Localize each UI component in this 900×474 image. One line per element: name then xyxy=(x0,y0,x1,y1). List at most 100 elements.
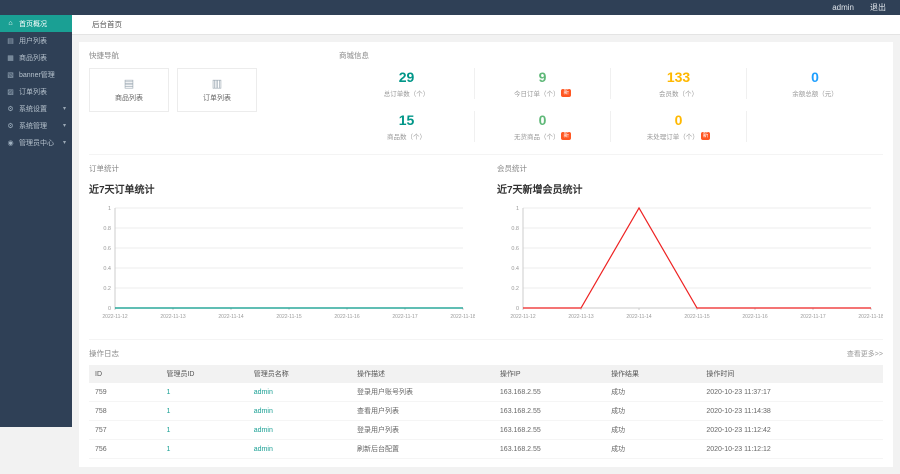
table-row: 757 1 admin 登录用户列表 163.168.2.55 成功 2020-10-23 … xyxy=(89,420,883,440)
members-chart-section-label: 会员统计 xyxy=(497,164,527,173)
goods-list-icon: ▦ xyxy=(7,54,14,62)
quick-nav-section: 快捷导航 ▤ 商品列表 ▥ 订单列表 xyxy=(89,50,339,142)
stat-label: 无货商品（个）新 xyxy=(475,131,610,141)
table-cell: admin xyxy=(247,401,351,421)
user-list-icon: ▤ xyxy=(7,37,14,45)
svg-text:2022-11-16: 2022-11-16 xyxy=(334,314,359,320)
svg-text:0.4: 0.4 xyxy=(103,266,111,272)
table-cell: 查看用户列表 xyxy=(351,401,494,421)
stat-value: 0 xyxy=(811,69,819,85)
stat-today-orders: 9 今日订单（个）新 xyxy=(475,68,611,99)
table-row: 758 1 admin 查看用户列表 163.168.2.55 成功 2020-10-23 … xyxy=(89,401,883,421)
svg-text:0: 0 xyxy=(516,306,519,312)
quick-nav-label: 商品列表 xyxy=(115,95,143,102)
sidebar-item-system-management[interactable]: ⚙ 系统管理 ▾ xyxy=(0,117,72,134)
table-cell: 756 xyxy=(89,439,161,459)
system-icon: ⚙ xyxy=(7,122,14,130)
logs-header: 操作日志 查看更多>> xyxy=(89,348,883,359)
quick-nav-goods-button[interactable]: ▤ 商品列表 xyxy=(89,68,169,112)
chevron-down-icon: ▾ xyxy=(62,123,66,129)
topbar-username[interactable]: admin xyxy=(832,3,854,12)
stat-value: 9 xyxy=(538,69,547,85)
svg-text:2022-11-13: 2022-11-13 xyxy=(160,314,185,320)
sidebar-item-label: 用户列表 xyxy=(19,37,47,45)
quick-nav-title: 快捷导航 xyxy=(89,51,119,60)
stat-label-text: 无货商品（个） xyxy=(513,134,560,141)
svg-text:0.6: 0.6 xyxy=(103,246,111,252)
logs-table: ID 管理员ID 管理员名称 操作描述 操作IP 操作结果 操作时间 759 1 admin 登录… xyxy=(89,365,883,459)
sidebar-item-home[interactable]: ⌂ 首页概况 xyxy=(0,15,72,32)
logs-column-header: 操作结果 xyxy=(605,365,701,383)
svg-text:0: 0 xyxy=(108,306,111,312)
svg-text:0.8: 0.8 xyxy=(511,226,519,232)
status-badge: 新 xyxy=(561,132,571,140)
quick-nav-items: ▤ 商品列表 ▥ 订单列表 xyxy=(89,68,339,112)
logs-column-header: ID xyxy=(89,365,161,383)
table-cell: admin xyxy=(247,439,351,459)
sidebar-item-users[interactable]: ▤ 用户列表 xyxy=(0,32,72,49)
members-line-chart: 0 0.2 0.4 0.6 0.8 1 2022-11-12 2022-11-13 2022-1… xyxy=(510,206,883,320)
logs-more-link[interactable]: 查看更多>> xyxy=(847,349,883,359)
orders-chart-title: 近7天订单统计 xyxy=(89,185,155,196)
status-badge: 新 xyxy=(700,132,711,140)
sidebar-item-label: 系统设置 xyxy=(19,105,47,113)
svg-text:2022-11-16: 2022-11-16 xyxy=(742,314,767,320)
sidebar-item-label: 订单列表 xyxy=(19,88,47,96)
table-cell: 757 xyxy=(89,420,161,440)
sidebar-item-label: 管理员中心 xyxy=(19,139,54,147)
stat-total-orders: 29 总订单数（个） xyxy=(339,68,475,99)
table-cell: 163.168.2.55 xyxy=(493,420,606,440)
table-cell: 登录用户列表 xyxy=(351,420,494,440)
sidebar-item-goods[interactable]: ▦ 商品列表 xyxy=(0,49,72,66)
svg-text:0.2: 0.2 xyxy=(103,286,111,292)
sidebar-item-label: 首页概况 xyxy=(19,20,47,28)
sidebar-item-banner[interactable]: ▧ banner管理 xyxy=(0,66,72,83)
tabbar: 后台首页 xyxy=(72,15,900,35)
orders-chart-section-label: 订单统计 xyxy=(89,164,119,173)
svg-text:1: 1 xyxy=(516,206,519,212)
table-cell: 2020-10-23 11:14:38 xyxy=(700,401,883,421)
table-cell: 163.168.2.55 xyxy=(493,439,606,459)
table-cell: 1 xyxy=(160,420,248,440)
status-badge: 新 xyxy=(561,89,571,97)
table-cell: 2020-10-23 11:12:42 xyxy=(700,420,883,440)
sidebar-item-system-settings[interactable]: ⚙ 系统设置 ▾ xyxy=(0,100,72,117)
main-area: 后台首页 快捷导航 ▤ 商品列表 ▥ 订单列表 商城信息 29 总订单数（个） 9 今日订单… xyxy=(72,15,900,467)
quick-nav-orders-button[interactable]: ▥ 订单列表 xyxy=(177,68,257,112)
stat-goods-count: 15 商品数（个） xyxy=(339,111,475,142)
stat-label-text: 会员数（个） xyxy=(659,91,698,98)
settings-icon: ⚙ xyxy=(7,105,14,113)
stat-label: 未处理订单（个）新 xyxy=(611,131,746,141)
logs-column-header: 管理员ID xyxy=(160,365,248,383)
table-cell: 759 xyxy=(89,383,161,402)
logs-section: 操作日志 查看更多>> ID 管理员ID 管理员名称 操作描述 操作IP 操作结果 操作时间… xyxy=(89,339,883,459)
stat-value: 0 xyxy=(674,112,683,128)
chevron-down-icon: ▾ xyxy=(62,140,66,146)
stat-balance: 0 余额总额（元） xyxy=(747,68,883,99)
stats-title: 商城信息 xyxy=(339,51,369,60)
tab-home[interactable]: 后台首页 xyxy=(82,17,132,32)
sidebar-item-label: banner管理 xyxy=(19,71,55,79)
table-row: 756 1 admin 刷新后台配置 163.168.2.55 成功 2020-10-23 … xyxy=(89,439,883,459)
sidebar: ⌂ 首页概况 ▤ 用户列表 ▦ 商品列表 ▧ banner管理 ▨ 订单列表 ⚙ 系统设置 ▾ ⚙ 系统管理… xyxy=(0,15,72,427)
topbar: admin 退出 xyxy=(0,0,900,15)
svg-text:2022-11-18: 2022-11-18 xyxy=(450,314,475,320)
stat-label: 今日订单（个）新 xyxy=(475,88,610,98)
svg-text:0.8: 0.8 xyxy=(103,226,111,232)
stat-label-text: 商品数（个） xyxy=(387,134,426,141)
logout-button[interactable]: 退出 xyxy=(870,2,886,13)
logs-column-header: 管理员名称 xyxy=(247,365,351,383)
svg-text:2022-11-14: 2022-11-14 xyxy=(218,314,243,320)
order-list-icon: ▨ xyxy=(7,88,14,96)
stat-label-text: 未处理订单（个） xyxy=(646,134,699,141)
logs-title: 操作日志 xyxy=(89,349,119,358)
banner-icon: ▧ xyxy=(7,71,14,79)
svg-text:2022-11-13: 2022-11-13 xyxy=(568,314,593,320)
stat-value: 15 xyxy=(398,112,415,128)
sidebar-menu: ⌂ 首页概况 ▤ 用户列表 ▦ 商品列表 ▧ banner管理 ▨ 订单列表 ⚙ 系统设置 ▾ ⚙ 系统管理… xyxy=(0,15,72,151)
sidebar-item-admin-center[interactable]: ◉ 管理员中心 ▾ xyxy=(0,134,72,151)
svg-text:2022-11-15: 2022-11-15 xyxy=(684,314,709,320)
logs-table-header-row: ID 管理员ID 管理员名称 操作描述 操作IP 操作结果 操作时间 xyxy=(89,365,883,383)
sidebar-item-orders[interactable]: ▨ 订单列表 xyxy=(0,83,72,100)
stat-label: 商品数（个） xyxy=(339,131,474,141)
